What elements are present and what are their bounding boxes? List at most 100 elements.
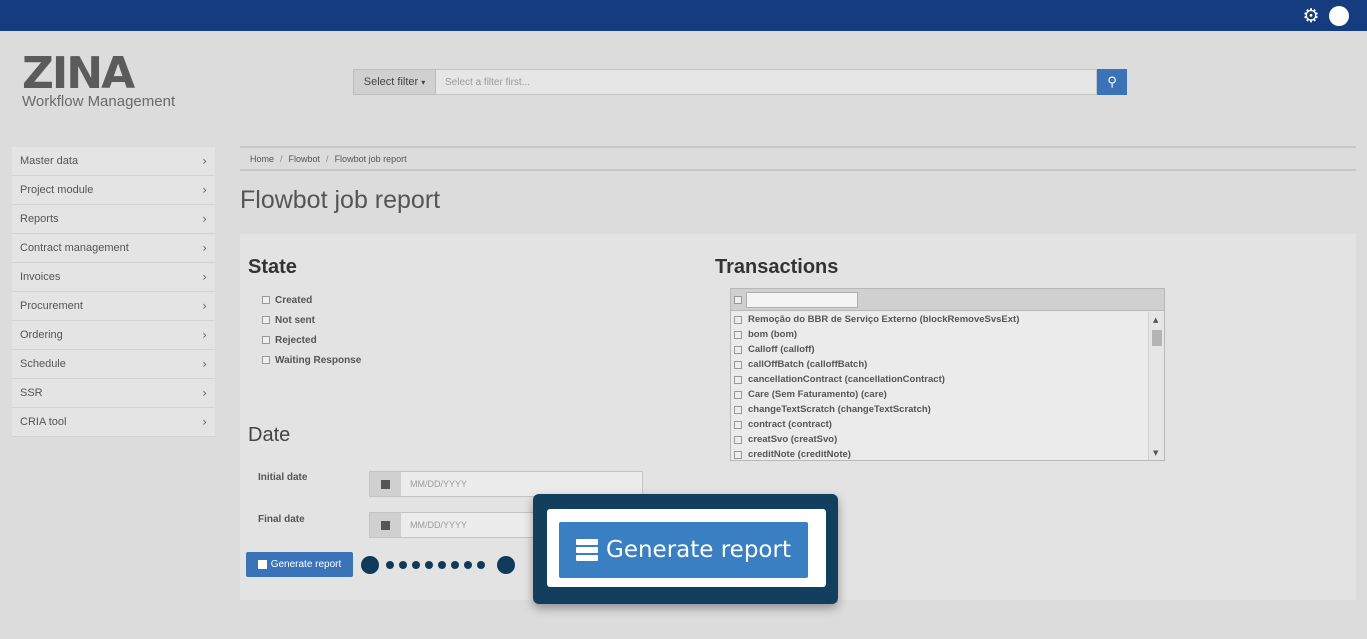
checkbox[interactable] (734, 315, 742, 324)
chevron-right-icon: › (202, 154, 207, 168)
chevron-right-icon: › (202, 270, 207, 284)
checkbox[interactable] (734, 435, 742, 444)
chevron-right-icon: › (202, 299, 207, 313)
checkbox[interactable] (734, 390, 742, 399)
sidebar-item-reports[interactable]: Reports › (12, 205, 215, 234)
connector-dot (464, 561, 472, 569)
checkbox[interactable] (262, 296, 270, 304)
sidebar-item-ssr[interactable]: SSR › (12, 379, 215, 408)
connector-dot (386, 561, 394, 569)
calendar-icon[interactable] (370, 472, 401, 496)
transaction-item[interactable]: bom (bom) (734, 327, 1149, 342)
transaction-label: changeTextScratch (changeTextScratch) (748, 404, 931, 415)
transaction-label: Care (Sem Faturamento) (care) (748, 389, 887, 400)
generate-report-button-zoomed[interactable]: Generate report (559, 522, 808, 578)
checkbox[interactable] (734, 420, 742, 429)
transaction-label: contract (contract) (748, 419, 832, 430)
checkbox[interactable] (734, 450, 742, 459)
sidebar-item-ordering[interactable]: Ordering › (12, 321, 215, 350)
sidebar-item-master-data[interactable]: Master data › (12, 147, 215, 176)
state-option-label: Created (275, 294, 313, 306)
connector-end-dot (497, 556, 515, 574)
sidebar-item-cria-tool[interactable]: CRIA tool › (12, 408, 215, 437)
select-filter-dropdown[interactable]: Select filter ▾ (353, 69, 436, 95)
transaction-item[interactable]: Calloff (calloff) (734, 342, 1149, 357)
transaction-item[interactable]: Remoção do BBR de Serviço Externo (block… (734, 312, 1149, 327)
sidebar-item-label: CRIA tool (20, 416, 67, 428)
transaction-item[interactable]: creatSvo (creatSvo) (734, 432, 1149, 447)
chevron-right-icon: › (202, 212, 207, 226)
scroll-up-icon[interactable]: ▲ (1153, 316, 1158, 324)
sidebar-item-project-module[interactable]: Project module › (12, 176, 215, 205)
transactions-listbox[interactable]: Remoção do BBR de Serviço Externo (block… (730, 288, 1165, 461)
search-icon: ⚲ (1107, 74, 1117, 90)
server-icon (576, 539, 598, 561)
sidebar-item-invoices[interactable]: Invoices › (12, 263, 215, 292)
transaction-item[interactable]: callOffBatch (calloffBatch) (734, 357, 1149, 372)
gear-icon[interactable]: ⚙ (1301, 5, 1321, 27)
zoom-callout: Generate report (533, 494, 838, 604)
checkbox[interactable] (262, 316, 270, 324)
sidebar-item-procurement[interactable]: Procurement › (12, 292, 215, 321)
sidebar-menu: Master data › Project module › Reports › Co… (12, 147, 215, 437)
sidebar-item-label: Ordering (20, 329, 63, 341)
breadcrumb-separator: / (280, 153, 283, 164)
callout-inner: Generate report (547, 509, 826, 587)
transaction-item[interactable]: changeTextScratch (changeTextScratch) (734, 402, 1149, 417)
transactions-search-input[interactable] (746, 291, 858, 308)
state-option-created[interactable]: Created (262, 290, 361, 310)
chevron-right-icon: › (202, 328, 207, 342)
transaction-item[interactable]: cancellationContract (cancellationContra… (734, 372, 1149, 387)
chevron-right-icon: › (202, 357, 207, 371)
filter-search-bar: Select filter ▾ Select a filter first...… (353, 69, 1127, 95)
breadcrumb-current: Flowbot job report (334, 153, 407, 164)
app-logo[interactable]: ZINA Workflow Management (22, 48, 176, 111)
filter-search-input[interactable]: Select a filter first... (436, 69, 1097, 95)
generate-report-button[interactable]: Generate report (246, 552, 353, 577)
transactions-list: Remoção do BBR de Serviço Externo (block… (731, 312, 1149, 460)
connector-dot (438, 561, 446, 569)
transaction-label: Remoção do BBR de Serviço Externo (block… (748, 314, 1020, 325)
info-icon[interactable]: i (1329, 6, 1349, 26)
transaction-item[interactable]: creditNote (creditNote) (734, 447, 1149, 460)
state-option-not-sent[interactable]: Not sent (262, 310, 361, 330)
search-button[interactable]: ⚲ (1097, 69, 1127, 95)
sidebar-item-label: Schedule (20, 358, 66, 370)
state-option-label: Not sent (275, 314, 315, 326)
sidebar-item-label: Reports (20, 213, 59, 225)
breadcrumb-flowbot[interactable]: Flowbot (289, 154, 321, 164)
select-all-checkbox[interactable] (734, 295, 742, 304)
breadcrumb-separator: / (326, 153, 329, 164)
sidebar-item-label: Contract management (20, 242, 129, 254)
initial-date-input[interactable]: MM/DD/YYYY (401, 472, 642, 496)
checkbox[interactable] (734, 405, 742, 414)
sidebar-item-contract-management[interactable]: Contract management › (12, 234, 215, 263)
transactions-header (731, 289, 1164, 311)
scroll-down-icon[interactable]: ▼ (1153, 449, 1158, 457)
checkbox[interactable] (734, 375, 742, 384)
logo-text: ZINA (22, 48, 135, 99)
sidebar-item-schedule[interactable]: Schedule › (12, 350, 215, 379)
sidebar-item-label: Master data (20, 155, 79, 167)
chevron-right-icon: › (202, 241, 207, 255)
checkbox[interactable] (734, 330, 742, 339)
scrollbar-thumb[interactable] (1152, 330, 1162, 346)
state-option-waiting-response[interactable]: Waiting Response (262, 350, 361, 370)
checkbox[interactable] (262, 336, 270, 344)
transaction-label: bom (bom) (748, 329, 798, 340)
connector-end-dot (361, 556, 379, 574)
checkbox[interactable] (262, 356, 270, 364)
transaction-item[interactable]: contract (contract) (734, 417, 1149, 432)
select-filter-label: Select filter (363, 76, 419, 88)
page-title: Flowbot job report (240, 186, 441, 214)
state-option-rejected[interactable]: Rejected (262, 330, 361, 350)
checkbox[interactable] (734, 345, 742, 354)
logo-subtitle: Workflow Management (22, 93, 176, 110)
checkbox[interactable] (734, 360, 742, 369)
transactions-scrollbar[interactable]: ▲ ▼ (1148, 312, 1164, 460)
transaction-item[interactable]: Care (Sem Faturamento) (care) (734, 387, 1149, 402)
breadcrumb-home[interactable]: Home (250, 154, 274, 164)
chevron-right-icon: › (202, 415, 207, 429)
caret-down-icon: ▾ (421, 77, 426, 87)
calendar-icon[interactable] (370, 513, 401, 537)
